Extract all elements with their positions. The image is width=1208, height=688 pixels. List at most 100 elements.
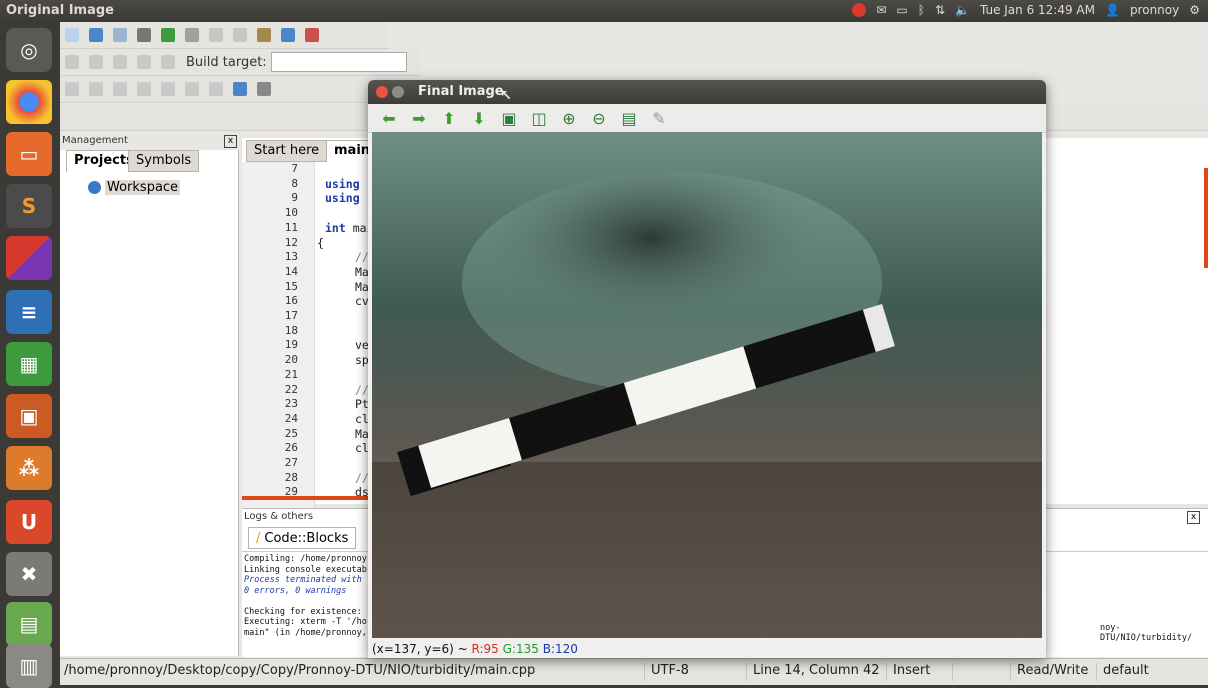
build-run-icon[interactable] [113, 55, 127, 69]
line-number: 11 [284, 220, 298, 234]
cursor-icon: ↖ [500, 88, 512, 104]
chrome-icon[interactable] [6, 80, 52, 124]
trash-icon[interactable]: ▥ [6, 644, 52, 688]
toolbar-debug [60, 76, 370, 103]
step-into-icon[interactable] [137, 82, 151, 96]
rebuild-icon[interactable] [137, 55, 151, 69]
line-number: 20 [284, 353, 298, 367]
step-over-icon[interactable] [113, 82, 127, 96]
files-icon[interactable]: ▭ [6, 132, 52, 176]
cut-icon[interactable] [209, 28, 223, 42]
management-panel: Projects Symbols Workspace [60, 150, 239, 656]
editor-tab-start[interactable]: Start here [246, 140, 328, 162]
line-number: 16 [284, 294, 298, 308]
copy-icon[interactable] [233, 28, 247, 42]
writer-icon[interactable]: ≡ [6, 290, 52, 334]
save-all-icon[interactable] [137, 28, 151, 42]
open-icon[interactable] [89, 28, 103, 42]
calc-icon[interactable]: ▦ [6, 342, 52, 386]
code-line: Ma [355, 264, 369, 279]
build-icon[interactable] [65, 55, 79, 69]
stop-debug-icon[interactable] [209, 82, 223, 96]
ubuntu-one-icon[interactable]: U [6, 500, 52, 544]
battery-icon[interactable]: ▭ [896, 3, 907, 17]
line-number: 28 [284, 470, 298, 484]
dash-icon[interactable]: ◎ [6, 28, 52, 72]
status-path: /home/pronnoy/Desktop/copy/Copy/Pronnoy-… [64, 663, 536, 678]
windows-icon[interactable] [233, 82, 247, 96]
codeblocks-icon: / [256, 530, 261, 546]
tab-symbols[interactable]: Symbols [128, 150, 200, 172]
pixel-g: G:135 [502, 642, 539, 656]
arrow-up-icon[interactable]: ⬆ [439, 109, 459, 128]
apps-icon[interactable] [6, 236, 52, 280]
run-cursor-icon[interactable] [89, 82, 103, 96]
brush-icon[interactable]: ✎ [649, 109, 669, 128]
redo-icon[interactable] [185, 28, 199, 42]
minimize-icon[interactable] [392, 86, 404, 98]
close-icon[interactable] [376, 86, 388, 98]
line-number: 14 [284, 264, 298, 278]
pixel-r: R:95 [471, 642, 499, 656]
bluetooth-icon[interactable]: ᛒ [918, 3, 925, 17]
software-center-icon[interactable]: ⁂ [6, 446, 52, 490]
clock[interactable]: Tue Jan 6 12:49 AM [980, 3, 1095, 17]
zoom-region-icon[interactable]: ◫ [529, 109, 549, 128]
step-out-icon[interactable] [161, 82, 175, 96]
new-file-icon[interactable] [65, 28, 79, 42]
window-title: Original Image [6, 3, 114, 18]
launcher: ◎ ▭ S ≡ ▦ ▣ ⁂ U ✖ ▤ ▥ [0, 22, 61, 688]
line-number: 10 [284, 206, 298, 220]
final-image-titlebar[interactable]: Final Image ↖ [368, 80, 1046, 104]
build-target-select[interactable] [270, 52, 407, 72]
tab-codeblocks[interactable]: / Code::Blocks [248, 527, 357, 549]
network-icon[interactable]: ⇅ [935, 3, 945, 17]
mail-icon[interactable]: ✉ [876, 3, 886, 17]
line-number: 25 [284, 426, 298, 440]
zoom-in-icon[interactable]: ⊕ [559, 109, 579, 128]
debug-icon[interactable] [65, 82, 79, 96]
arrow-down-icon[interactable]: ⬇ [469, 109, 489, 128]
impress-icon[interactable]: ▣ [6, 394, 52, 438]
fit-icon[interactable]: ▣ [499, 109, 519, 128]
paste-icon[interactable] [257, 28, 271, 42]
save-icon[interactable]: ▤ [619, 109, 639, 128]
settings-icon[interactable]: ✖ [6, 552, 52, 596]
abort-icon[interactable] [161, 55, 175, 69]
arrow-left-icon[interactable]: ⬅ [379, 109, 399, 128]
line-number: 24 [284, 411, 298, 425]
line-number: 23 [284, 397, 298, 411]
workspace-item[interactable]: Workspace [88, 180, 181, 195]
editor-scrollbar[interactable] [1204, 168, 1208, 268]
username[interactable]: pronnoy [1130, 3, 1179, 17]
logs-close-icon[interactable]: x [1187, 511, 1200, 524]
pixel-info: (x=137, y=6) ~ R:95 G:135 B:120 [368, 640, 1046, 658]
zoom-out-icon[interactable]: ⊖ [589, 109, 609, 128]
image-sediment [372, 462, 1042, 638]
find-icon[interactable] [281, 28, 295, 42]
log-line: Checking for existence: [244, 606, 362, 617]
management-close-icon[interactable]: x [224, 135, 237, 148]
status-mode: Insert [886, 663, 952, 681]
log-line: 0 errors, 0 warnings [244, 585, 347, 596]
line-gutter: 7 8 9 10 11 12 13 14 15 16 17 18 19 20 21 22 23 24 25 26 27 2… [242, 162, 315, 508]
toolbar-build: Build target: [60, 49, 420, 76]
gear-icon[interactable]: ⚙ [1189, 3, 1200, 17]
arrow-right-icon[interactable]: ➡ [409, 109, 429, 128]
image-canvas [372, 132, 1042, 638]
workspace-icon[interactable]: ▤ [6, 602, 52, 646]
sublime-icon[interactable]: S [6, 184, 52, 228]
replace-icon[interactable] [305, 28, 319, 42]
undo-icon[interactable] [161, 28, 175, 42]
info-icon[interactable] [257, 82, 271, 96]
stop-icon[interactable] [852, 3, 867, 17]
next-instr-icon[interactable] [185, 82, 199, 96]
top-panel: Original Image ✉ ▭ ᛒ ⇅ 🔈 Tue Jan 6 12:49… [0, 0, 1208, 22]
line-number: 8 [291, 176, 298, 190]
save-icon[interactable] [113, 28, 127, 42]
processed-image[interactable] [372, 132, 1042, 638]
run-icon[interactable] [89, 55, 103, 69]
volume-icon[interactable]: 🔈 [955, 3, 970, 17]
line-number: 7 [291, 162, 298, 175]
workspace-icon [88, 181, 101, 194]
